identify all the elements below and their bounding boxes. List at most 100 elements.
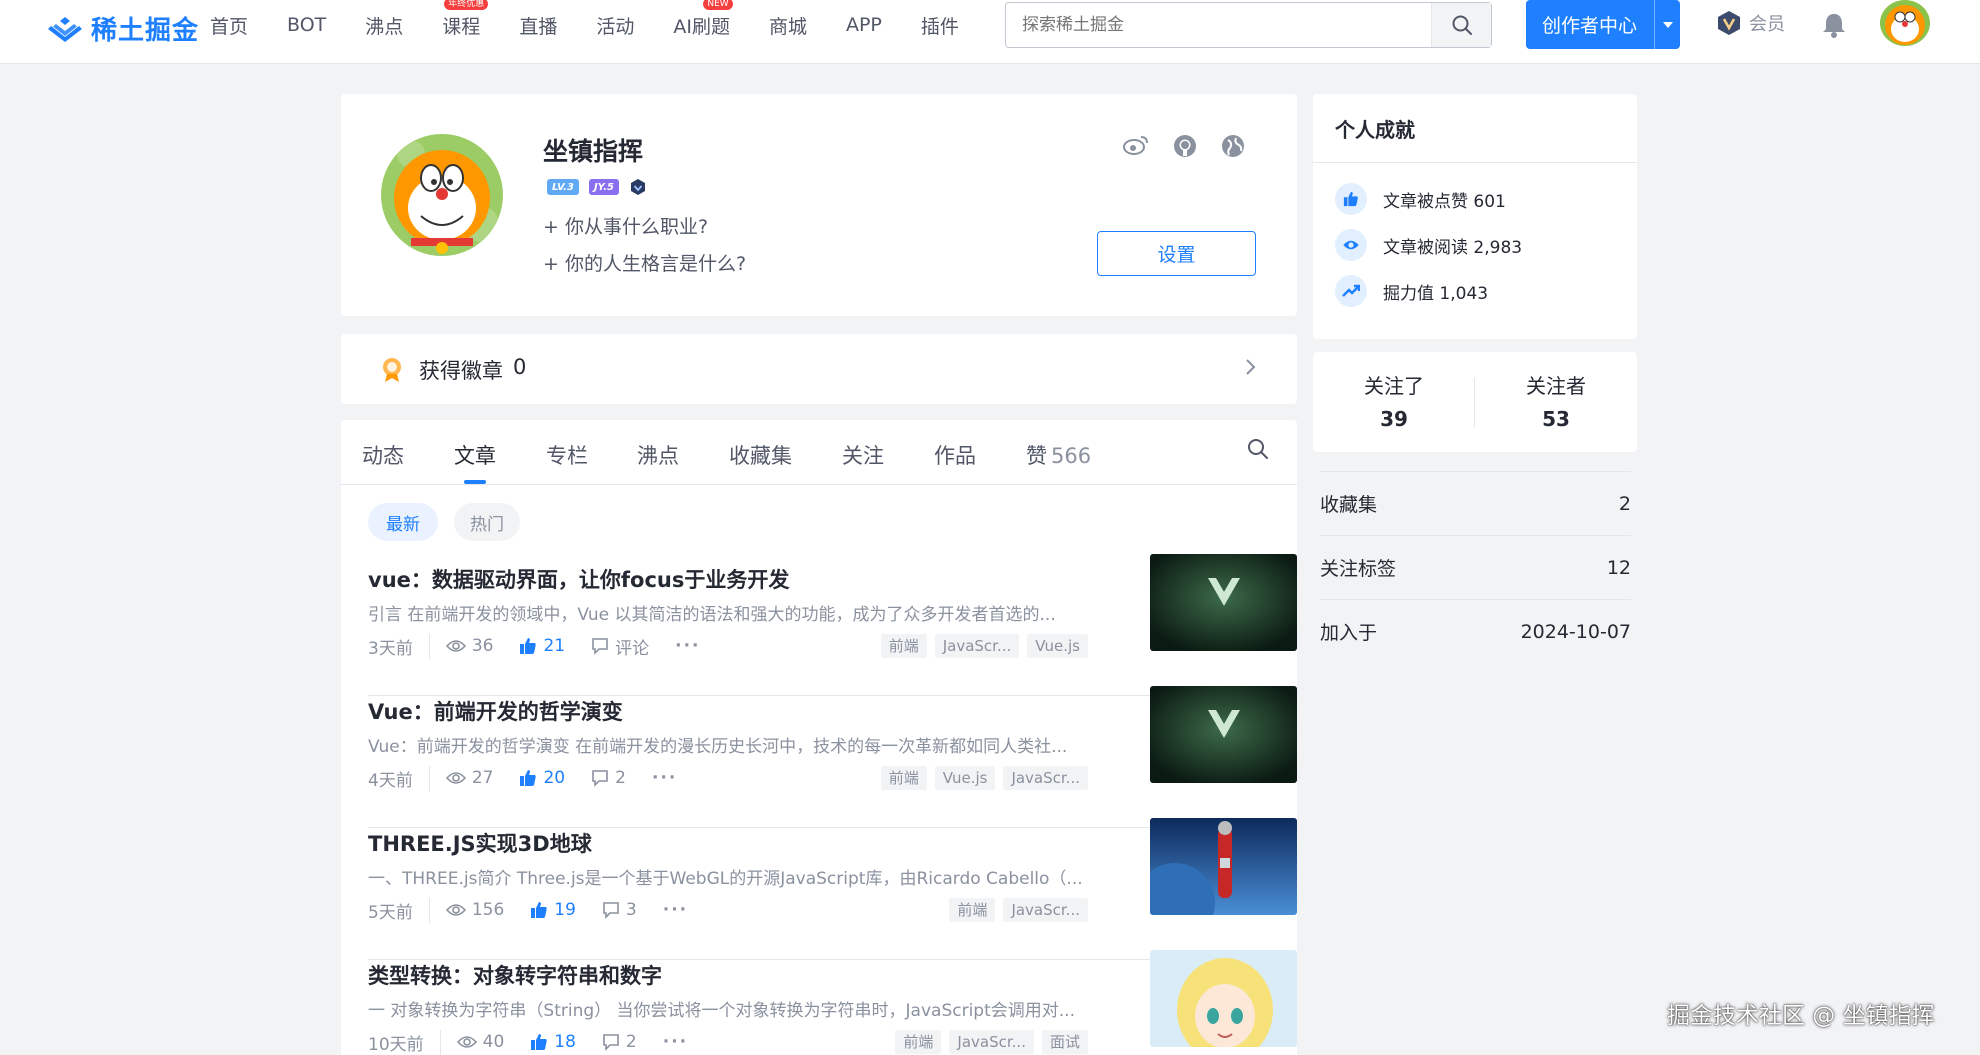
nav-events[interactable]: 活动 (596, 12, 634, 39)
tab-works[interactable]: 作品 (934, 440, 976, 470)
article-comments[interactable]: 2 (602, 1032, 637, 1052)
article-tag[interactable]: 前端 (880, 634, 927, 658)
article-likes[interactable]: 18 (530, 1032, 576, 1052)
article-thumbnail[interactable] (1150, 554, 1297, 651)
article-tag[interactable]: 前端 (895, 1030, 942, 1054)
profile-job-prompt[interactable]: + 你从事什么职业? (543, 212, 708, 239)
nav-ai-quiz-badge: NEW (703, 0, 733, 10)
achievement-label: 文章被点赞 (1383, 191, 1468, 212)
nav-home[interactable]: 首页 (210, 12, 248, 39)
article-tag[interactable]: JavaScr... (1003, 898, 1088, 922)
article-likes[interactable]: 20 (519, 768, 565, 788)
stat-label: 关注标签 (1320, 558, 1397, 580)
follow-card: 关注了 39 关注者 53 (1313, 352, 1637, 452)
nav-course-label: 课程 (442, 15, 481, 38)
article-thumbnail[interactable] (1150, 950, 1297, 1047)
more-options-icon[interactable]: ··· (663, 1032, 688, 1052)
nav-plugins-label: 插件 (920, 15, 959, 38)
nav-shop[interactable]: 商城 (769, 12, 807, 39)
filter-latest[interactable]: 最新 (368, 503, 438, 541)
comments-count: 3 (625, 900, 637, 920)
weibo-icon[interactable] (1123, 134, 1149, 156)
nav-app-label: APP (845, 14, 882, 36)
article-tag[interactable]: 前端 (880, 766, 927, 790)
likes-count: 20 (543, 768, 566, 788)
article-item[interactable]: Vue：前端开发的哲学演变 Vue：前端开发的哲学演变 在前端开发的漫长历史长河… (368, 686, 1297, 828)
article-item[interactable]: 类型转换：对象转字符串和数字 一 对象转换为字符串（String） 当你尝试将一… (368, 950, 1297, 1055)
level-badge[interactable]: LV.3 (547, 179, 579, 195)
nav-course[interactable]: 年终优惠 课程 (442, 0, 489, 39)
tab-columns[interactable]: 专栏 (546, 440, 588, 470)
search-button[interactable] (1431, 3, 1491, 47)
article-title[interactable]: 类型转换：对象转字符串和数字 (368, 960, 662, 990)
article-title[interactable]: Vue：前端开发的哲学演变 (368, 696, 623, 726)
following-count: 39 (1380, 407, 1408, 431)
tab-following[interactable]: 关注 (842, 440, 884, 470)
article-title[interactable]: THREE.JS实现3D地球 (368, 828, 592, 858)
article-tag[interactable]: 面试 (1041, 1030, 1088, 1054)
stat-followed-tags[interactable]: 关注标签 12 (1320, 535, 1631, 599)
doraemon-avatar-icon (1880, 0, 1930, 46)
achievement-text: 文章被阅读 2,983 (1383, 233, 1522, 258)
article-tag[interactable]: JavaScr... (949, 1030, 1034, 1054)
eye-icon (445, 772, 466, 784)
stat-collections[interactable]: 收藏集 2 (1320, 471, 1631, 535)
more-options-icon[interactable]: ··· (652, 768, 677, 788)
tab-activity[interactable]: 动态 (362, 440, 404, 470)
badges-card[interactable]: 获得徽章 0 (341, 334, 1297, 404)
search-icon[interactable] (1247, 438, 1269, 460)
article-likes[interactable]: 19 (530, 900, 576, 920)
tab-pins[interactable]: 沸点 (637, 440, 679, 470)
article-tag[interactable]: JavaScr... (934, 634, 1020, 658)
nav-app[interactable]: APP (846, 14, 882, 36)
user-avatar[interactable] (1880, 0, 1930, 46)
vip-link[interactable]: 会员 (1715, 9, 1785, 37)
article-tag[interactable]: Vue.js (934, 766, 996, 790)
article-tag[interactable]: Vue.js (1027, 634, 1088, 658)
nav-pins[interactable]: 沸点 (365, 12, 403, 39)
verified-icon[interactable] (629, 178, 647, 196)
profile-motto-prompt[interactable]: + 你的人生格言是什么? (543, 249, 746, 276)
article-time: 4天前 (368, 765, 430, 791)
settings-button[interactable]: 设置 (1097, 231, 1256, 276)
likes-count: 21 (543, 636, 566, 656)
article-comments[interactable]: 3 (602, 900, 637, 920)
site-logo[interactable]: 稀土掘金 (47, 10, 199, 47)
nav-bot[interactable]: BOT (287, 14, 326, 36)
search-input[interactable] (1006, 3, 1431, 47)
nav-live[interactable]: 直播 (519, 12, 557, 39)
article-thumbnail[interactable] (1150, 686, 1297, 783)
article-thumbnail[interactable] (1150, 818, 1297, 915)
jy-badge[interactable]: JY.5 (588, 179, 620, 195)
nav-plugins[interactable]: 插件 (921, 12, 959, 39)
article-tag[interactable]: JavaScr... (1003, 766, 1088, 790)
stat-value: 12 (1606, 556, 1631, 579)
achievement-text: 文章被点赞 601 (1383, 187, 1506, 212)
more-options-icon[interactable]: ··· (675, 636, 700, 656)
article-likes[interactable]: 21 (519, 636, 565, 656)
article-title[interactable]: vue：数据驱动界面，让你focus于业务开发 (368, 564, 789, 594)
article-tag[interactable]: 前端 (949, 898, 996, 922)
article-comments[interactable]: 2 (591, 768, 626, 788)
filter-hot[interactable]: 热门 (454, 503, 520, 541)
article-excerpt: 引言 在前端开发的领域中，Vue 以其简洁的语法和强大的功能，成为了众多开发者首… (368, 605, 1056, 625)
following-stat[interactable]: 关注了 39 (1313, 370, 1475, 431)
followers-stat[interactable]: 关注者 53 (1475, 370, 1637, 431)
comments-count: 2 (615, 768, 626, 788)
globe-icon[interactable] (1221, 134, 1245, 158)
notification-bell-icon[interactable] (1819, 10, 1849, 40)
creator-dropdown-toggle[interactable] (1654, 0, 1680, 49)
article-item[interactable]: vue：数据驱动界面，让你focus于业务开发 引言 在前端开发的领域中，Vue… (368, 554, 1297, 696)
profile-socials (1123, 134, 1245, 158)
github-icon[interactable] (1173, 134, 1197, 158)
article-comments[interactable]: 评论 (591, 634, 649, 659)
article-item[interactable]: THREE.JS实现3D地球 一、THREE.js简介 Three.js是一个基… (368, 818, 1297, 960)
tab-likes[interactable]: 赞 566 (1026, 440, 1091, 470)
more-options-icon[interactable]: ··· (663, 900, 688, 920)
tab-collections[interactable]: 收藏集 (729, 440, 792, 470)
tab-articles[interactable]: 文章 (454, 440, 496, 470)
nav-ai-quiz[interactable]: NEW AI刷题 (673, 0, 733, 39)
article-time: 10天前 (368, 1029, 441, 1055)
article-tags: 前端 JavaScr... 面试 (895, 1030, 1088, 1054)
creator-center-button[interactable]: 创作者中心 (1526, 0, 1680, 49)
